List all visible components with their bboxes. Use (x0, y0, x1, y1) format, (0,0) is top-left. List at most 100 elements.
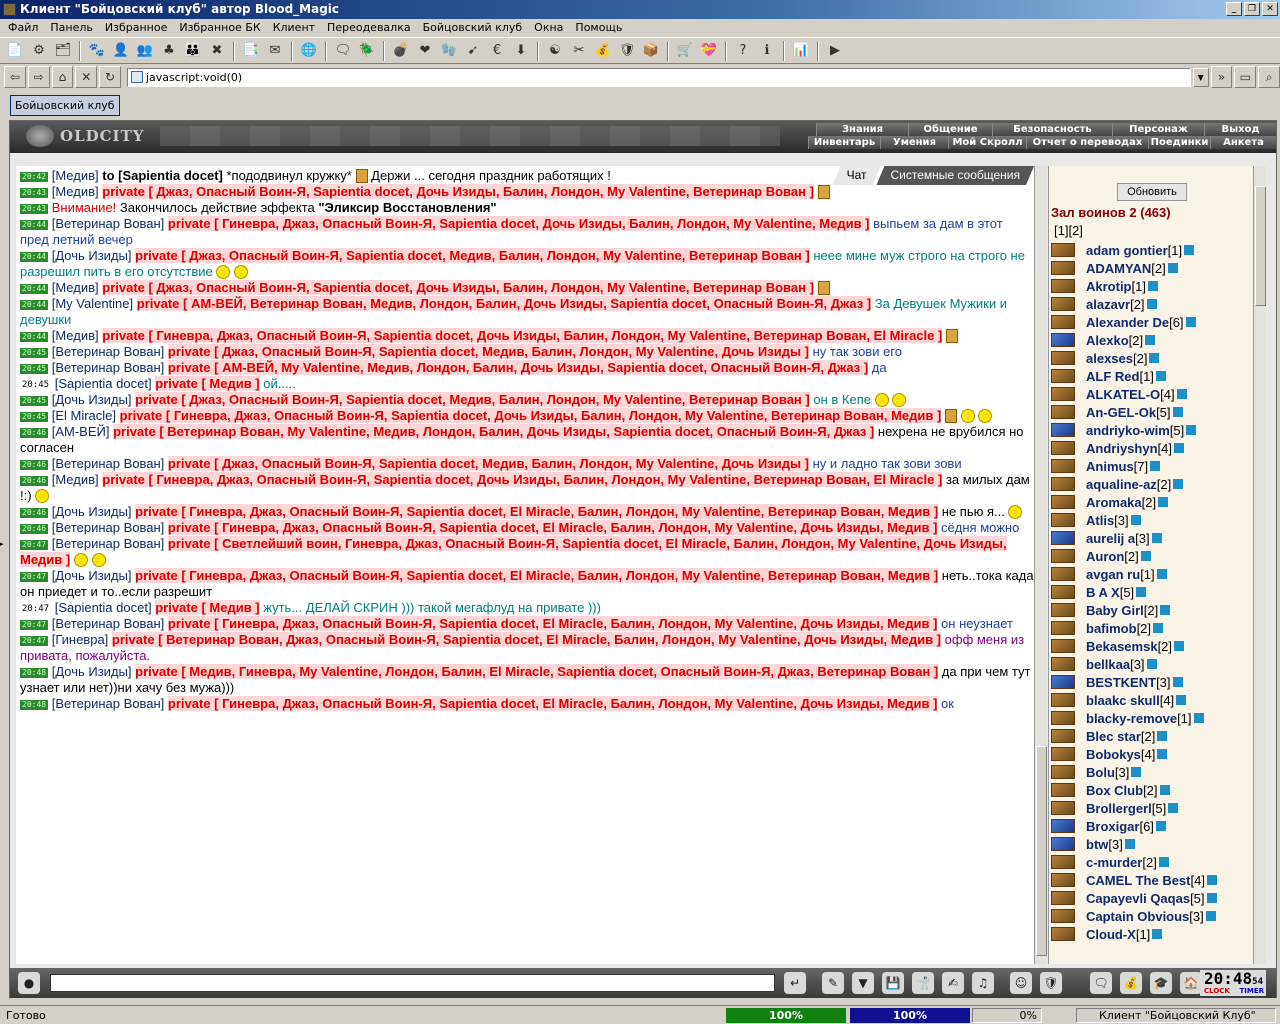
user-info-icon[interactable] (1193, 713, 1204, 723)
private-recipients[interactable]: private [ Джаз, Опасный Воин-Я, Sapienti… (135, 392, 810, 407)
private-message-icon[interactable] (1051, 855, 1075, 869)
message-author[interactable]: [Ветеринар Вован] (52, 344, 165, 359)
user-name[interactable]: Brollergerl (1086, 801, 1152, 816)
timestamp[interactable]: 20:46 (20, 428, 49, 438)
user-info-icon[interactable] (1176, 695, 1187, 705)
user-list-item[interactable]: BESTKENT [3] (1051, 673, 1251, 691)
user-info-icon[interactable] (1153, 623, 1164, 633)
user-list-item[interactable]: btw [3] (1051, 835, 1251, 853)
bottom-toolbar-icon[interactable]: 🏠 (1180, 972, 1202, 994)
bottom-toolbar-icon[interactable]: 🎓 (1150, 972, 1172, 994)
toolbar-icon[interactable]: 👥 (134, 40, 156, 62)
user-name[interactable]: ALF Red (1086, 369, 1139, 384)
timestamp[interactable]: 20:42 (20, 172, 49, 182)
user-list-item[interactable]: Bobokys [4] (1051, 745, 1251, 763)
user-name[interactable]: blacky-remove (1086, 711, 1177, 726)
toolbar-icon[interactable]: 🪲 (356, 40, 378, 62)
toolbar-icon[interactable]: ❤ (414, 40, 436, 62)
user-name[interactable]: Blec star (1086, 729, 1141, 744)
user-name[interactable]: Auron (1086, 549, 1124, 564)
private-message-icon[interactable] (1051, 891, 1075, 905)
user-list-item[interactable]: bellkaa [3] (1051, 655, 1251, 673)
forward-icon[interactable]: ⇨ (27, 66, 50, 88)
user-list-item[interactable]: aqualine-az [2] (1051, 475, 1251, 493)
user-info-icon[interactable] (1168, 803, 1179, 813)
user-info-icon[interactable] (1167, 263, 1178, 273)
user-list-item[interactable]: ADAMYAN [2] (1051, 259, 1251, 277)
bottom-toolbar-icon[interactable]: 💰 (1120, 972, 1142, 994)
toolbar-icon[interactable]: ⚙ (28, 40, 50, 62)
bottom-toolbar-icon[interactable]: ✎ (822, 972, 844, 994)
message-author[interactable]: [Sapientia docet] (55, 600, 152, 615)
private-message-icon[interactable] (1051, 441, 1075, 455)
chat-scroll-thumb[interactable] (1036, 746, 1047, 956)
user-name[interactable]: Animus (1086, 459, 1134, 474)
user-list-item[interactable]: Cloud-X [1] (1051, 925, 1251, 943)
user-info-icon[interactable] (1156, 569, 1167, 579)
message-author[interactable]: [Дочь Изиды] (52, 568, 132, 583)
timestamp[interactable]: 20:47 (20, 572, 49, 582)
user-info-icon[interactable] (1160, 605, 1171, 615)
nav-link[interactable]: Безопасность (992, 123, 1112, 136)
timestamp[interactable]: 20:44 (20, 332, 49, 342)
menu-item[interactable]: Панель (44, 19, 99, 37)
user-scroll-thumb[interactable] (1255, 186, 1266, 306)
user-list-item[interactable]: alazavr [2] (1051, 295, 1251, 313)
user-info-icon[interactable] (1145, 335, 1156, 345)
user-info-icon[interactable] (1173, 479, 1184, 489)
user-name[interactable]: Andriyshyn (1086, 441, 1158, 456)
user-list-item[interactable]: alexses [2] (1051, 349, 1251, 367)
go-icon[interactable]: » (1210, 66, 1233, 88)
user-list-item[interactable]: Andriyshyn [4] (1051, 439, 1251, 457)
timestamp[interactable]: 20:47 (20, 540, 49, 550)
timestamp[interactable]: 20:46 (20, 524, 49, 534)
private-message-icon[interactable] (1051, 657, 1075, 671)
user-name[interactable]: aurelij a (1086, 531, 1135, 546)
private-message-icon[interactable] (1051, 927, 1075, 941)
message-author[interactable]: [Медив] (52, 472, 99, 487)
timestamp[interactable]: 20:48 (20, 668, 49, 678)
message-author[interactable]: [Ветеринар Вован] (52, 696, 165, 711)
toolbar-icon[interactable]: 👤 (110, 40, 132, 62)
menu-item[interactable]: Переодевалка (321, 19, 417, 37)
toolbar-icon[interactable]: 🛒 (674, 40, 696, 62)
user-name[interactable]: Capayevli Qaqas (1086, 891, 1190, 906)
toolbar-icon[interactable]: € (486, 40, 508, 62)
private-message-icon[interactable] (1051, 549, 1075, 563)
search-icon[interactable]: ⌕ (1258, 66, 1280, 88)
chat-scrollbar[interactable] (1034, 166, 1047, 964)
private-message-icon[interactable] (1051, 333, 1075, 347)
bottom-toolbar-icon[interactable]: ☺ (1010, 972, 1032, 994)
message-author[interactable]: [Дочь Изиды] (52, 392, 132, 407)
private-recipients[interactable]: private [ Медив ] (155, 376, 260, 391)
message-author[interactable]: [АМ-ВЕЙ] (52, 424, 110, 439)
user-name[interactable]: Baby Girl (1086, 603, 1144, 618)
user-name[interactable]: B A X (1086, 585, 1120, 600)
bottom-toolbar-icon[interactable]: 🛡 (1040, 972, 1062, 994)
private-message-icon[interactable] (1051, 837, 1075, 851)
user-list-item[interactable]: Alexko [2] (1051, 331, 1251, 349)
private-message-icon[interactable] (1051, 387, 1075, 401)
home-icon[interactable]: ⌂ (51, 66, 74, 88)
user-info-icon[interactable] (1147, 281, 1158, 291)
user-info-icon[interactable] (1146, 659, 1157, 669)
user-list-item[interactable]: adam gontier [1] (1051, 241, 1251, 259)
menu-item[interactable]: Помощь (569, 19, 628, 37)
menu-item[interactable]: Окна (528, 19, 569, 37)
user-name[interactable]: Bobokys (1086, 747, 1141, 762)
private-message-icon[interactable] (1051, 351, 1075, 365)
user-info-icon[interactable] (1150, 461, 1161, 471)
user-info-icon[interactable] (1131, 767, 1142, 777)
toolbar-icon[interactable]: ? (732, 40, 754, 62)
user-info-icon[interactable] (1186, 425, 1197, 435)
private-recipients[interactable]: private [ Гиневра, Джаз, Опасный Воин-Я,… (167, 696, 938, 711)
user-info-icon[interactable] (1155, 821, 1166, 831)
private-message-icon[interactable] (1051, 369, 1075, 383)
toolbar-icon[interactable]: 🌐 (298, 40, 320, 62)
private-message-icon[interactable] (1051, 495, 1075, 509)
private-recipients[interactable]: private [ Гиневра, Джаз, Опасный Воин-Я,… (167, 616, 938, 631)
user-list-item[interactable]: CAMEL The Best [4] (1051, 871, 1251, 889)
user-name[interactable]: Broxigar (1086, 819, 1139, 834)
nav-link[interactable]: Знания (816, 123, 908, 136)
menu-item[interactable]: Файл (2, 19, 44, 37)
